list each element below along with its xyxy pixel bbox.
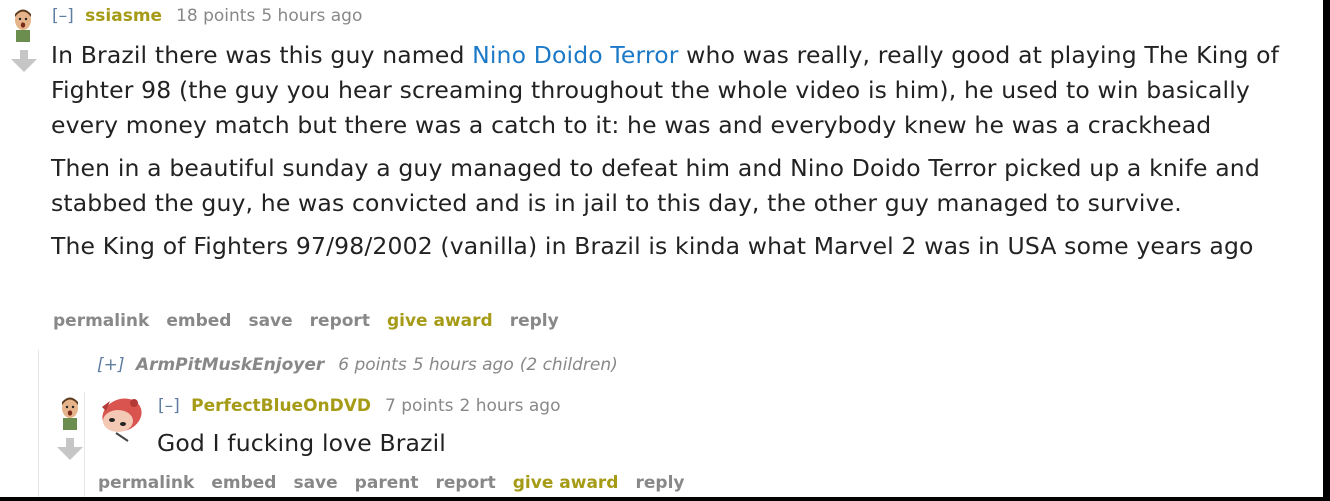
comment-thread: [–] ssiasme 18 points 5 hours ago In Brazi…: [0, 0, 1330, 501]
snoo-avatar-icon[interactable]: [96, 393, 148, 445]
thread-nesting-line: [38, 350, 39, 501]
avatar-face-icon[interactable]: [59, 396, 81, 430]
reply-button[interactable]: reply: [635, 473, 684, 493]
comment-time: 5 hours ago: [412, 355, 514, 375]
comment-action-buttons: permalink embed save report give award reply: [53, 311, 576, 331]
reply-button[interactable]: reply: [510, 311, 559, 331]
comment-author[interactable]: ssiasme: [85, 6, 162, 26]
report-button[interactable]: report: [435, 473, 495, 493]
window-edge-bottom: [0, 497, 1330, 501]
window-edge-right: [1323, 0, 1330, 501]
nino-doido-terror-link[interactable]: Nino Doido Terror: [472, 41, 678, 69]
comment-body: In Brazil there was this guy named Nino …: [51, 38, 1313, 272]
save-button[interactable]: save: [248, 311, 292, 331]
comment-score: 6 points: [338, 355, 407, 375]
give-award-button[interactable]: give award: [387, 311, 493, 331]
give-award-button[interactable]: give award: [513, 473, 619, 493]
save-button[interactable]: save: [293, 473, 337, 493]
permalink-button[interactable]: permalink: [53, 311, 149, 331]
collapse-toggle[interactable]: [–]: [158, 396, 180, 416]
comment-body: God I fucking love Brazil: [157, 426, 1307, 469]
comment-author[interactable]: ArmPitMuskEnjoyer: [136, 355, 324, 375]
permalink-button[interactable]: permalink: [98, 473, 194, 493]
collapsed-comment-tagline: [+] ArmPitMuskEnjoyer 6 points 5 hours ago…: [97, 355, 618, 375]
children-count: (2 children): [519, 355, 618, 375]
embed-button[interactable]: embed: [166, 311, 231, 331]
comment-score: 7 points: [385, 396, 454, 416]
comment-tagline: [–] PerfectBlueOnDVD 7 points 2 hours ago: [158, 396, 561, 416]
comment-time: 2 hours ago: [459, 396, 561, 416]
avatar-face-icon[interactable]: [12, 8, 34, 42]
comment-action-buttons: permalink embed save parent report give award…: [98, 473, 701, 493]
downvote-arrow-icon[interactable]: [9, 50, 39, 72]
collapse-toggle[interactable]: [–]: [52, 6, 74, 26]
comment-paragraph: Then in a beautiful sunday a guy managed…: [51, 154, 1260, 217]
comment-time: 5 hours ago: [261, 6, 363, 26]
comment-paragraph: The King of Fighters 97/98/2002 (vanilla…: [51, 232, 1254, 260]
embed-button[interactable]: embed: [211, 473, 276, 493]
parent-button[interactable]: parent: [355, 473, 419, 493]
report-button[interactable]: report: [310, 311, 370, 331]
comment-paragraph: In Brazil there was this guy named Nino …: [51, 38, 1313, 143]
downvote-arrow-icon[interactable]: [55, 438, 85, 460]
comment-paragraph: God I fucking love Brazil: [157, 429, 446, 457]
expand-toggle[interactable]: [+]: [97, 355, 125, 375]
comment-author[interactable]: PerfectBlueOnDVD: [191, 396, 371, 416]
paragraph-text: In Brazil there was this guy named: [51, 41, 473, 69]
comment-score: 18 points: [176, 6, 256, 26]
comment-tagline: [–] ssiasme 18 points 5 hours ago: [52, 6, 362, 26]
